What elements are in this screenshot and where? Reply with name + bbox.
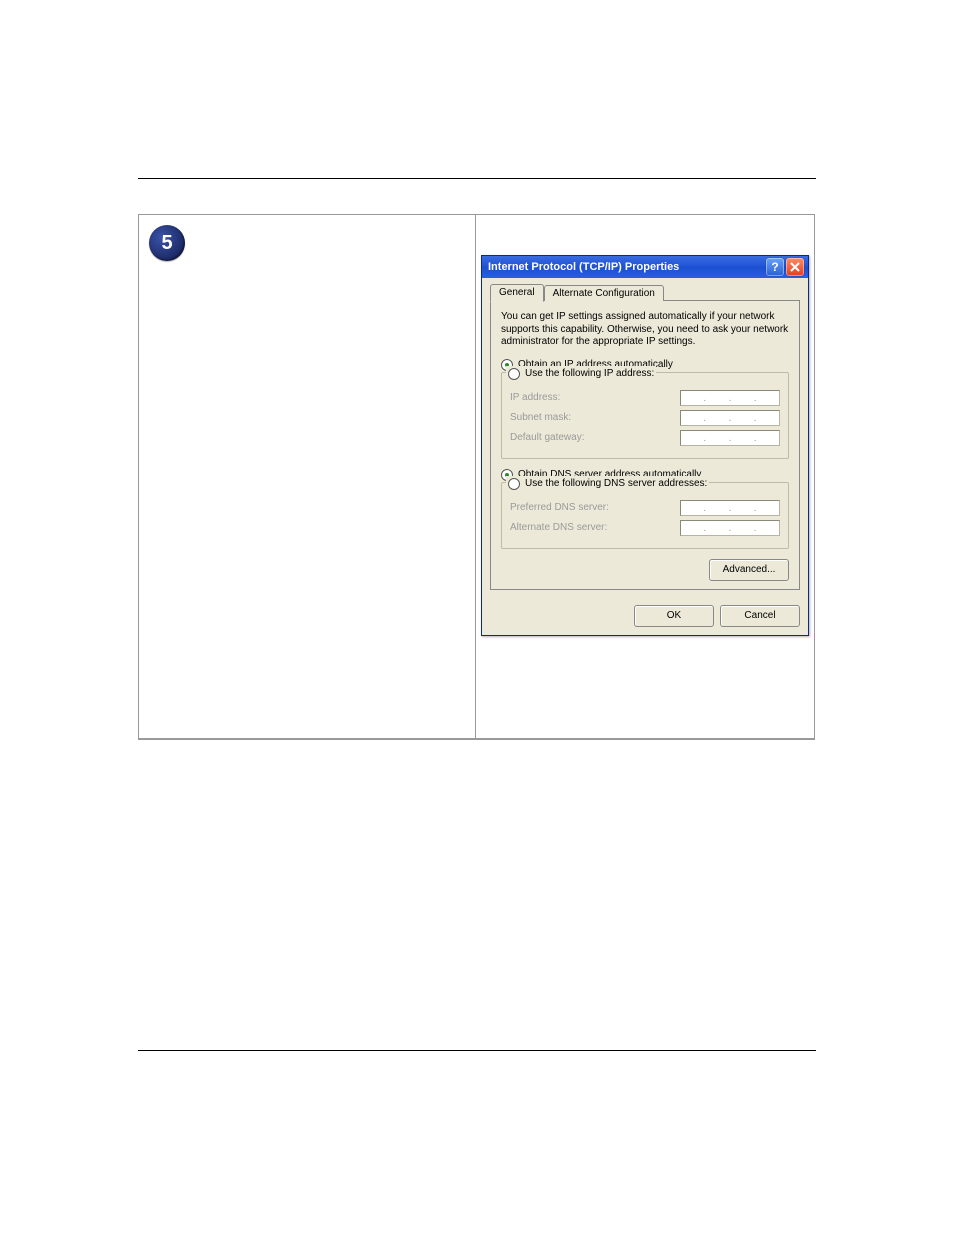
radio-icon (508, 368, 520, 380)
input-alternate-dns[interactable]: ... (680, 520, 780, 536)
close-icon[interactable] (786, 258, 804, 276)
input-default-gateway[interactable]: ... (680, 430, 780, 446)
label-preferred-dns: Preferred DNS server: (510, 502, 609, 513)
field-default-gateway: Default gateway: ... (510, 430, 780, 446)
cell-right: Internet Protocol (TCP/IP) Properties ? … (475, 214, 815, 739)
input-ip-address[interactable]: ... (680, 390, 780, 406)
dns-group: Use the following DNS server addresses: … (501, 482, 789, 549)
cell-left: 5 (138, 214, 475, 739)
step-badge: 5 (149, 225, 185, 261)
radio-label: Use the following IP address: (525, 368, 654, 379)
tab-strip: General Alternate Configuration (490, 284, 800, 301)
radio-label: Use the following DNS server addresses: (525, 478, 707, 489)
field-ip-address: IP address: ... (510, 390, 780, 406)
field-alternate-dns: Alternate DNS server: ... (510, 520, 780, 536)
field-preferred-dns: Preferred DNS server: ... (510, 500, 780, 516)
field-subnet-mask: Subnet mask: ... (510, 410, 780, 426)
divider-bottom (138, 1050, 816, 1051)
advanced-button[interactable]: Advanced... (709, 559, 789, 581)
divider-top (138, 178, 816, 179)
label-subnet-mask: Subnet mask: (510, 412, 571, 423)
radio-use-following-dns[interactable]: Use the following DNS server addresses: (508, 478, 707, 490)
tab-alternate-configuration[interactable]: Alternate Configuration (544, 285, 664, 301)
ip-address-group: Use the following IP address: IP address… (501, 372, 789, 459)
info-text: You can get IP settings assigned automat… (501, 311, 789, 349)
tab-pane-general: You can get IP settings assigned automat… (490, 300, 800, 590)
label-ip-address: IP address: (510, 392, 560, 403)
label-default-gateway: Default gateway: (510, 432, 585, 443)
help-icon[interactable]: ? (766, 258, 784, 276)
radio-icon (508, 478, 520, 490)
content-table: 5 Internet Protocol (TCP/IP) Properties … (138, 214, 815, 740)
label-alternate-dns: Alternate DNS server: (510, 522, 607, 533)
dialog-title: Internet Protocol (TCP/IP) Properties (488, 261, 764, 273)
dialog-body: General Alternate Configuration You can … (482, 278, 808, 599)
radio-use-following-ip[interactable]: Use the following IP address: (508, 368, 654, 380)
cancel-button[interactable]: Cancel (720, 605, 800, 627)
titlebar[interactable]: Internet Protocol (TCP/IP) Properties ? (482, 256, 808, 278)
tcpip-properties-dialog: Internet Protocol (TCP/IP) Properties ? … (481, 255, 809, 636)
input-subnet-mask[interactable]: ... (680, 410, 780, 426)
input-preferred-dns[interactable]: ... (680, 500, 780, 516)
tab-general[interactable]: General (490, 284, 544, 302)
dialog-footer: OK Cancel (482, 599, 808, 635)
ok-button[interactable]: OK (634, 605, 714, 627)
